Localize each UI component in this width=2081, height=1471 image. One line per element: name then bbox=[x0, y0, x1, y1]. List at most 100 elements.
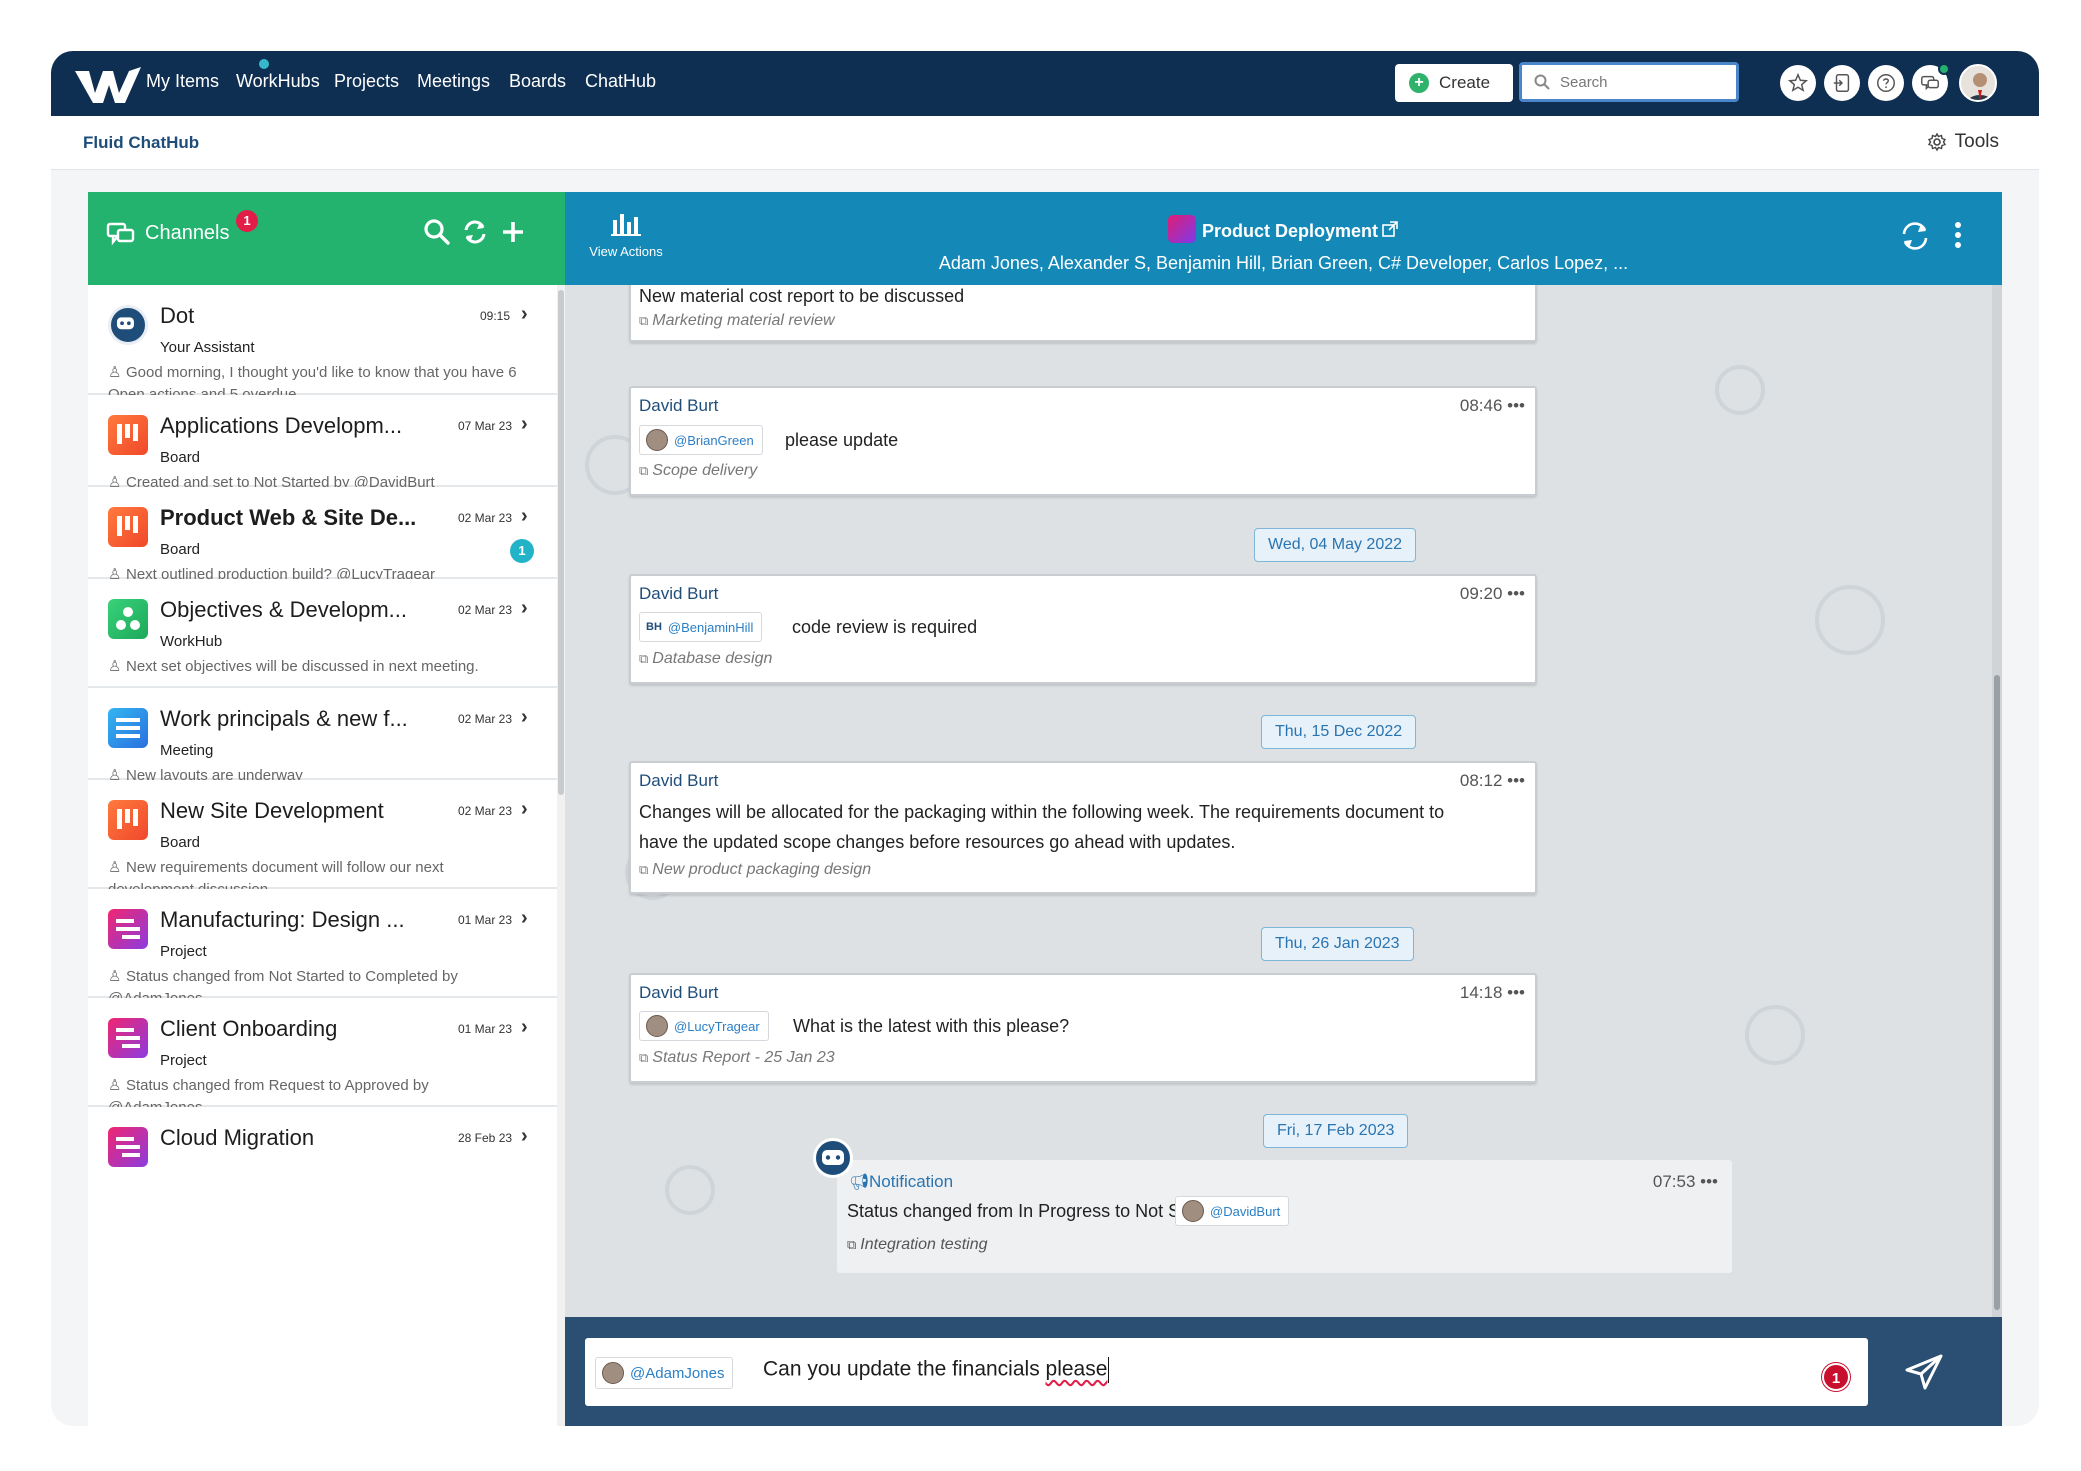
message-author[interactable]: David Burt bbox=[639, 771, 718, 791]
channel-item-work-principals[interactable]: Work principals & new f... 02 Mar 23 › M… bbox=[88, 688, 557, 784]
message-card[interactable]: David Burt 09:20 ••• BH @BenjaminHill cod… bbox=[629, 574, 1537, 684]
plus-icon: + bbox=[1409, 73, 1429, 93]
send-icon[interactable] bbox=[1903, 1350, 1947, 1394]
search-icon[interactable] bbox=[422, 217, 452, 247]
message-list-scrollbar[interactable] bbox=[1992, 285, 2002, 1317]
nav-my-items[interactable]: My Items bbox=[146, 71, 219, 92]
nav-projects[interactable]: Projects bbox=[334, 71, 399, 92]
channels-title: Channels bbox=[145, 222, 230, 244]
tools-button[interactable]: Tools bbox=[1927, 131, 1999, 153]
channel-item-cloud-migration[interactable]: Cloud Migration 28 Feb 23 › bbox=[88, 1107, 557, 1247]
board-icon bbox=[108, 800, 148, 840]
mention-tag[interactable]: @BrianGreen bbox=[639, 425, 763, 455]
message-card[interactable]: David Burt 08:12 ••• Changes will be all… bbox=[629, 761, 1537, 894]
channel-list-scrollbar[interactable] bbox=[557, 285, 565, 1426]
link-icon: ⧉ bbox=[639, 1050, 649, 1065]
channel-type: Board bbox=[160, 449, 201, 466]
grammar-alert-badge[interactable]: 1 bbox=[1822, 1363, 1850, 1391]
scrollbar-thumb[interactable] bbox=[1994, 675, 2000, 1310]
more-options-icon[interactable]: ••• bbox=[1507, 983, 1525, 1002]
channel-name: New Site Development bbox=[160, 798, 384, 823]
message-time-text: 09:20 bbox=[1459, 584, 1503, 603]
favorites-button[interactable] bbox=[1780, 65, 1816, 101]
notification-card[interactable]: 📢︎ Notification 07:53 ••• Status changed… bbox=[837, 1160, 1732, 1273]
message-time[interactable]: 14:18 ••• bbox=[1460, 983, 1525, 1003]
message-reference[interactable]: ⧉ Database design bbox=[639, 650, 772, 668]
draft-misspelled-word[interactable]: please bbox=[1046, 1358, 1108, 1381]
channel-item-applications-development[interactable]: Applications Developm... 07 Mar 23 › Boa… bbox=[88, 395, 557, 491]
more-options-icon[interactable]: ••• bbox=[1507, 771, 1525, 790]
nav-workhubs[interactable]: WorkHubs bbox=[236, 71, 320, 92]
more-options-icon[interactable]: ••• bbox=[1507, 584, 1525, 603]
add-icon[interactable] bbox=[498, 217, 528, 247]
my-items-notification-dot bbox=[257, 57, 271, 71]
channel-item-objectives[interactable]: Objectives & Developm... 02 Mar 23 › Wor… bbox=[88, 579, 557, 688]
message-reference[interactable]: ⧉ Marketing material review bbox=[639, 312, 835, 330]
channel-item-dot[interactable]: Dot 09:15 › Your Assistant ♙ Good morning… bbox=[88, 285, 557, 403]
mention-tag[interactable]: BH @BenjaminHill bbox=[639, 612, 763, 642]
message-card[interactable]: David Burt 14:18 ••• @LucyTragear What i… bbox=[629, 973, 1537, 1083]
message-author[interactable]: David Burt bbox=[639, 396, 718, 416]
nav-meetings[interactable]: Meetings bbox=[417, 71, 490, 92]
notification-title: Notification bbox=[869, 1172, 954, 1191]
import-button[interactable] bbox=[1824, 65, 1860, 101]
channel-type: Your Assistant bbox=[160, 339, 255, 356]
notification-time[interactable]: 07:53 ••• bbox=[1653, 1172, 1718, 1192]
more-options-icon[interactable]: ••• bbox=[1507, 396, 1525, 415]
channel-item-new-site-development[interactable]: New Site Development 02 Mar 23 › Board ♙… bbox=[88, 780, 557, 898]
search-icon bbox=[1534, 74, 1550, 90]
mention-text: @LucyTragear bbox=[674, 1018, 760, 1034]
message-time[interactable]: 08:12 ••• bbox=[1460, 771, 1525, 791]
mention-text: @BrianGreen bbox=[674, 432, 754, 448]
message-time[interactable]: 09:20 ••• bbox=[1460, 584, 1525, 604]
gear-icon bbox=[1927, 132, 1946, 152]
message-card[interactable]: David Burt 08:46 ••• @BrianGreen please … bbox=[629, 386, 1537, 496]
message-author[interactable]: David Burt bbox=[639, 584, 718, 604]
channel-item-manufacturing-design[interactable]: Manufacturing: Design ... 01 Mar 23 › Pr… bbox=[88, 889, 557, 1007]
chat-title[interactable]: Product Deployment bbox=[565, 215, 2002, 246]
channel-item-product-web[interactable]: Product Web & Site De... 02 Mar 23 › 1 B… bbox=[88, 487, 557, 583]
message-card[interactable]: New material cost report to be discussed… bbox=[629, 285, 1537, 342]
channels-panel: Channels 1 Dot 09:15 › Your Assistant ♙ G… bbox=[88, 192, 565, 1426]
nav-chathub[interactable]: ChatHub bbox=[585, 71, 656, 92]
message-time[interactable]: 08:46 ••• bbox=[1460, 396, 1525, 416]
channel-type: Project bbox=[160, 943, 207, 960]
message-reference[interactable]: ⧉ Status Report - 25 Jan 23 bbox=[639, 1049, 835, 1067]
message-reference[interactable]: ⧉ New product packaging design bbox=[639, 861, 871, 879]
chevron-right-icon: › bbox=[521, 505, 528, 527]
create-button[interactable]: + Create bbox=[1395, 64, 1513, 102]
workhub-logo[interactable] bbox=[73, 63, 143, 105]
mention-tag[interactable]: @AdamJones bbox=[595, 1357, 734, 1389]
channel-type: Meeting bbox=[160, 742, 214, 759]
notification-reference[interactable]: ⧉ Integration testing bbox=[847, 1236, 988, 1254]
refresh-icon[interactable] bbox=[1898, 219, 1932, 253]
mention-text: @DavidBurt bbox=[1210, 1203, 1281, 1219]
mention-tag[interactable]: @LucyTragear bbox=[639, 1011, 769, 1041]
user-avatar[interactable] bbox=[1959, 64, 1997, 102]
chat-members[interactable]: Adam Jones, Alexander S, Benjamin Hill, … bbox=[565, 253, 2002, 274]
chat-header: View Actions Product Deployment Adam Jon… bbox=[565, 192, 2002, 285]
search-input[interactable]: Search bbox=[1519, 62, 1739, 102]
background-pattern bbox=[665, 1165, 715, 1215]
message-text: What is the latest with this please? bbox=[793, 1016, 1070, 1036]
date-divider: Fri, 17 Feb 2023 bbox=[1263, 1114, 1409, 1148]
help-button[interactable] bbox=[1868, 65, 1904, 101]
refresh-icon[interactable] bbox=[460, 217, 490, 247]
more-vertical-icon[interactable] bbox=[1954, 220, 1962, 250]
chat-button[interactable] bbox=[1912, 63, 1950, 101]
more-options-icon[interactable]: ••• bbox=[1700, 1172, 1718, 1191]
message-text-line: Changes will be allocated for the packag… bbox=[639, 802, 1445, 822]
message-time-text: 08:12 bbox=[1459, 771, 1503, 790]
message-input[interactable]: @AdamJones Can you update the financials… bbox=[585, 1338, 1868, 1406]
channel-preview-text: Next set objectives will be discussed in… bbox=[126, 658, 479, 675]
breadcrumb[interactable]: Fluid ChatHub bbox=[83, 133, 199, 153]
channel-item-client-onboarding[interactable]: Client Onboarding 01 Mar 23 › Project ♙ S… bbox=[88, 998, 557, 1116]
channel-name: Manufacturing: Design ... bbox=[160, 907, 405, 932]
nav-boards[interactable]: Boards bbox=[509, 71, 566, 92]
message-author[interactable]: David Burt bbox=[639, 983, 718, 1003]
project-icon bbox=[108, 1018, 148, 1058]
mention-tag[interactable]: @DavidBurt bbox=[1175, 1196, 1290, 1226]
message-reference[interactable]: ⧉ Scope delivery bbox=[639, 462, 757, 480]
chat-notification-dot bbox=[1938, 63, 1950, 75]
scrollbar-thumb[interactable] bbox=[558, 290, 564, 795]
